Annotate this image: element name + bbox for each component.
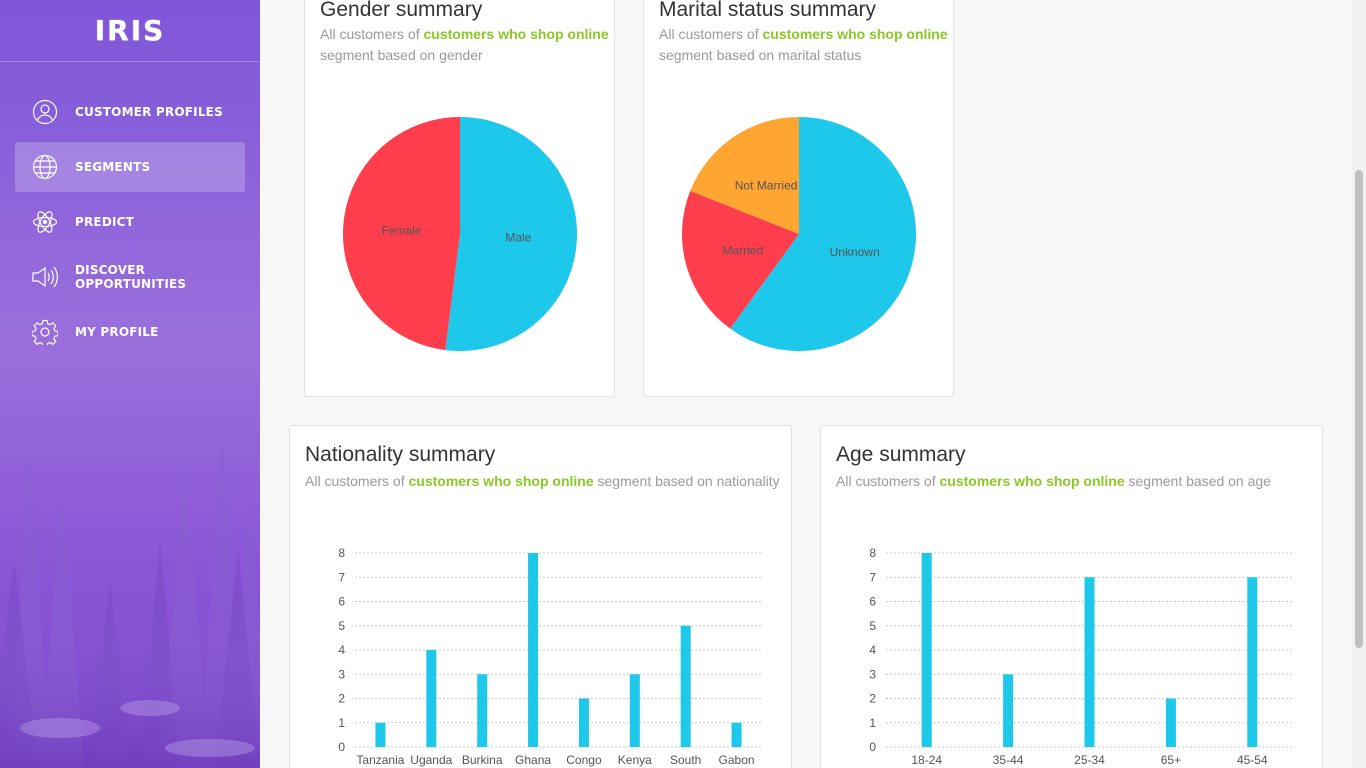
bar-tanzania[interactable] <box>375 722 386 747</box>
y-tick-label: 0 <box>338 740 345 754</box>
sidebar-item-customer-profiles[interactable]: CUSTOMER PROFILES <box>15 87 245 137</box>
globe-icon <box>31 153 59 181</box>
bar-ghana[interactable] <box>528 553 539 747</box>
y-tick-label: 8 <box>869 546 876 560</box>
age-summary-card: Age summary All customers of customers w… <box>820 425 1323 768</box>
y-tick-label: 5 <box>869 619 876 633</box>
y-tick-label: 6 <box>869 595 876 609</box>
y-tick-label: 4 <box>338 643 345 657</box>
y-tick-label: 6 <box>338 595 345 609</box>
nationality-bar-chart: 0 1 2 3 4 5 6 7 8 Tanzania Uganda Burkina Ghana Congo… <box>338 546 762 767</box>
x-tick-label: Tanzania <box>356 753 404 767</box>
age-bar-chart: 0 1 2 3 4 5 6 7 8 18-24 35-44 25-34 65+ 45-54 <box>869 546 1293 767</box>
x-tick-label: Congo <box>566 753 602 767</box>
y-tick-label: 3 <box>869 667 876 681</box>
user-icon <box>31 98 59 126</box>
y-tick-label: 0 <box>869 740 876 754</box>
y-tick-label: 8 <box>338 546 345 560</box>
atom-icon <box>31 208 59 236</box>
x-tick-label: Burkina <box>462 753 503 767</box>
pie-label-male: Male <box>505 231 531 245</box>
sidebar-item-my-profile[interactable]: MY PROFILE <box>15 307 245 357</box>
bar-25-34[interactable] <box>1084 577 1095 747</box>
pie-label-married: Married <box>722 243 763 257</box>
app-logo[interactable]: IRIS <box>0 14 260 47</box>
bar-burkina[interactable] <box>477 674 488 747</box>
sidebar-item-predict[interactable]: PREDICT <box>15 197 245 247</box>
x-tick-label: 45-54 <box>1237 753 1268 767</box>
speaker-icon <box>31 263 59 291</box>
bar-uganda[interactable] <box>426 650 437 747</box>
y-tick-label: 7 <box>338 570 345 584</box>
x-tick-label: 25-34 <box>1074 753 1105 767</box>
pie-label-unknown: Unknown <box>830 245 880 259</box>
page-scrollbar[interactable] <box>1352 0 1366 768</box>
y-tick-label: 2 <box>869 692 876 706</box>
sidebar-item-discover-opportunities[interactable]: DISCOVER OPPORTUNITIES <box>15 252 245 302</box>
x-tick-label: South <box>670 753 701 767</box>
scrollbar-thumb[interactable] <box>1355 170 1363 648</box>
bar-kenya[interactable] <box>629 674 640 747</box>
gender-pie-chart: Male Female <box>342 117 577 351</box>
y-tick-label: 1 <box>338 716 345 730</box>
y-tick-label: 4 <box>869 643 876 657</box>
y-tick-label: 2 <box>338 692 345 706</box>
y-tick-label: 7 <box>869 570 876 584</box>
sidebar-item-segments[interactable]: SEGMENTS <box>15 142 245 192</box>
marital-status-pie-chart: Unknown Married Not Married <box>682 117 916 351</box>
x-tick-label: Ghana <box>515 753 551 767</box>
x-tick-label: 35-44 <box>993 753 1024 767</box>
bar-gabon[interactable] <box>731 722 742 747</box>
x-tick-label: Gabon <box>719 753 755 767</box>
gender-summary-card: Gender summary All customers of customer… <box>304 0 615 397</box>
bar-45-54[interactable] <box>1247 577 1258 747</box>
logo-divider <box>0 61 260 62</box>
sidebar-item-label: SEGMENTS <box>75 160 151 174</box>
x-tick-label: Uganda <box>410 753 452 767</box>
bar-65-[interactable] <box>1165 698 1176 748</box>
pie-label-female: Female <box>382 223 422 237</box>
x-tick-label: Kenya <box>618 753 652 767</box>
nationality-summary-card: Nationality summary All customers of cus… <box>289 425 792 768</box>
y-tick-label: 1 <box>869 716 876 730</box>
y-tick-label: 3 <box>338 667 345 681</box>
bar-35-44[interactable] <box>1003 674 1014 747</box>
x-tick-label: 18-24 <box>911 753 942 767</box>
bar-south[interactable] <box>680 625 691 747</box>
bar-congo[interactable] <box>578 698 589 748</box>
pie-label-not-married: Not Married <box>735 179 798 193</box>
sidebar-item-label: MY PROFILE <box>75 325 159 339</box>
x-tick-label: 65+ <box>1161 753 1181 767</box>
sidebar-nav: CUSTOMER PROFILES SEGMENTS PREDICT DISCO… <box>15 87 245 362</box>
sidebar-item-label: DISCOVER OPPORTUNITIES <box>75 263 187 291</box>
gear-icon <box>31 318 59 346</box>
sidebar: IRIS CUSTOMER PROFILES SEGMENTS PREDICT … <box>0 0 260 768</box>
sidebar-item-label: PREDICT <box>75 215 135 229</box>
bar-18-24[interactable] <box>921 553 932 747</box>
y-tick-label: 5 <box>338 619 345 633</box>
forest-background-image <box>0 428 260 768</box>
marital-status-summary-card: Marital status summary All customers of … <box>643 0 954 397</box>
sidebar-item-label: CUSTOMER PROFILES <box>75 105 223 119</box>
